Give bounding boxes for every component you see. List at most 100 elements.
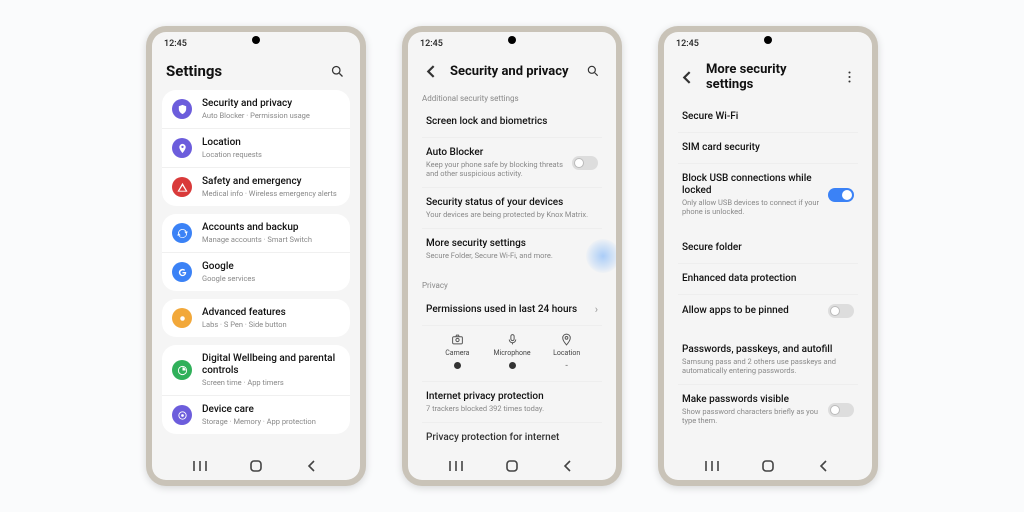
pin-icon — [172, 138, 192, 158]
nav-back[interactable] — [809, 456, 839, 476]
list-row[interactable]: Passwords, passkeys, and autofillSamsung… — [678, 335, 858, 385]
settings-row[interactable]: Accounts and backup Manage accounts · Sm… — [162, 214, 350, 252]
row-permissions[interactable]: Permissions used in last 24 hours › — [422, 294, 602, 326]
list-row[interactable]: Enhanced data protection — [678, 264, 858, 295]
list-row[interactable]: Secure folder — [678, 233, 858, 264]
camera-notch — [508, 36, 516, 44]
star-icon — [172, 308, 192, 328]
list-row[interactable]: Block USB connections while lockedOnly a… — [678, 164, 858, 225]
row-title: Google — [202, 261, 340, 273]
permission-label: Camera — [445, 349, 469, 357]
row-title: Enhanced data protection — [682, 273, 854, 285]
list-row[interactable]: Make passwords visibleShow password char… — [678, 385, 858, 434]
search-icon[interactable] — [328, 62, 346, 80]
row-subtitle: Medical info · Wireless emergency alerts — [202, 189, 340, 198]
nav-recents[interactable] — [185, 456, 215, 476]
device-icon — [172, 405, 192, 425]
row-subtitle: Google services — [202, 274, 340, 283]
settings-card: Accounts and backup Manage accounts · Sm… — [162, 214, 350, 291]
row-subtitle: Secure Folder, Secure Wi-Fi, and more. — [426, 251, 598, 260]
security-list[interactable]: Additional security settings Screen lock… — [408, 90, 616, 452]
row-subtitle: Show password characters briefly as you … — [682, 407, 828, 425]
toggle-switch[interactable] — [572, 156, 598, 170]
section-label: Additional security settings — [422, 90, 602, 107]
nav-home[interactable] — [497, 456, 527, 476]
row-title: Device care — [202, 404, 340, 416]
header: Settings — [152, 56, 360, 90]
row-title: More security settings — [426, 238, 598, 250]
list-row[interactable]: More security settingsSecure Folder, Sec… — [422, 229, 602, 269]
clock: 12:45 — [676, 39, 699, 49]
row-title: Internet privacy protection — [426, 391, 598, 403]
toggle-switch[interactable] — [828, 304, 854, 318]
google-icon — [172, 262, 192, 282]
row-subtitle: Location requests — [202, 150, 340, 159]
settings-list[interactable]: Security and privacy Auto Blocker · Perm… — [152, 90, 360, 452]
row-title: Privacy protection for internet — [426, 432, 598, 444]
camera-notch — [252, 36, 260, 44]
settings-row[interactable]: Security and privacy Auto Blocker · Perm… — [162, 90, 350, 128]
list-row[interactable]: Privacy protection for internet — [422, 423, 602, 452]
page-title: More security settings — [706, 62, 830, 92]
sync-icon — [172, 223, 192, 243]
nav-bar — [152, 452, 360, 480]
list-row[interactable]: Auto BlockerKeep your phone safe by bloc… — [422, 138, 602, 188]
settings-card: Security and privacy Auto Blocker · Perm… — [162, 90, 350, 206]
row-subtitle: Labs · S Pen · Side button — [202, 320, 340, 329]
back-icon[interactable] — [678, 68, 696, 86]
settings-row[interactable]: Location Location requests — [162, 128, 350, 167]
toggle-switch[interactable] — [828, 403, 854, 417]
nav-home[interactable] — [753, 456, 783, 476]
phone-frame: 12:45 More security settings Secure Wi-F… — [658, 26, 878, 486]
row-title: Safety and emergency — [202, 176, 340, 188]
list-row[interactable]: Secure Wi-Fi — [678, 102, 858, 133]
settings-card: Advanced features Labs · S Pen · Side bu… — [162, 299, 350, 337]
settings-row[interactable]: Digital Wellbeing and parental controls … — [162, 345, 350, 395]
nav-bar — [408, 452, 616, 480]
list-row[interactable]: Internet privacy protection7 trackers bl… — [422, 382, 602, 423]
permission-icons: Camera Microphone Location - — [422, 326, 602, 382]
settings-row[interactable]: Device care Storage · Memory · App prote… — [162, 395, 350, 434]
row-subtitle: Auto Blocker · Permission usage — [202, 111, 340, 120]
permission-label: Microphone — [493, 349, 530, 357]
row-title: Secure folder — [682, 242, 854, 254]
screen: 12:45 Settings Security and privacy Auto… — [152, 32, 360, 480]
indicator-dot — [454, 362, 461, 369]
list-row[interactable]: Allow apps to be pinned — [678, 295, 858, 327]
clock: 12:45 — [420, 39, 443, 49]
row-subtitle: Keep your phone safe by blocking threats… — [426, 160, 572, 178]
permission-label: Location — [553, 349, 580, 357]
permission-item[interactable]: Microphone — [485, 332, 540, 371]
toggle-switch[interactable] — [828, 188, 854, 202]
more-security-list[interactable]: Secure Wi-FiSIM card securityBlock USB c… — [664, 102, 872, 452]
row-subtitle: Your devices are being protected by Knox… — [426, 210, 598, 219]
row-subtitle: Manage accounts · Smart Switch — [202, 235, 340, 244]
row-title: Security and privacy — [202, 98, 340, 110]
row-title: Screen lock and biometrics — [426, 116, 598, 128]
permission-item[interactable]: Location - — [539, 332, 594, 371]
row-title: Accounts and backup — [202, 222, 340, 234]
back-icon[interactable] — [422, 62, 440, 80]
row-title: Security status of your devices — [426, 197, 598, 209]
permission-item[interactable]: Camera — [430, 332, 485, 371]
settings-row[interactable]: Google Google services — [162, 252, 350, 291]
settings-card: Digital Wellbeing and parental controls … — [162, 345, 350, 434]
nav-recents[interactable] — [697, 456, 727, 476]
list-row[interactable]: SIM card security — [678, 133, 858, 164]
screen: 12:45 More security settings Secure Wi-F… — [664, 32, 872, 480]
settings-row[interactable]: Safety and emergency Medical info · Wire… — [162, 167, 350, 206]
row-title: Allow apps to be pinned — [682, 305, 828, 317]
list-row[interactable]: Security status of your devicesYour devi… — [422, 188, 602, 229]
section-label: Privacy — [422, 277, 602, 294]
nav-home[interactable] — [241, 456, 271, 476]
phone-frame: 12:45 Security and privacy Additional se… — [402, 26, 622, 486]
nav-back[interactable] — [297, 456, 327, 476]
list-row[interactable]: Screen lock and biometrics — [422, 107, 602, 138]
search-icon[interactable] — [584, 62, 602, 80]
more-icon[interactable] — [840, 68, 858, 86]
nav-bar — [664, 452, 872, 480]
row-title: Auto Blocker — [426, 147, 572, 159]
nav-recents[interactable] — [441, 456, 471, 476]
nav-back[interactable] — [553, 456, 583, 476]
settings-row[interactable]: Advanced features Labs · S Pen · Side bu… — [162, 299, 350, 337]
